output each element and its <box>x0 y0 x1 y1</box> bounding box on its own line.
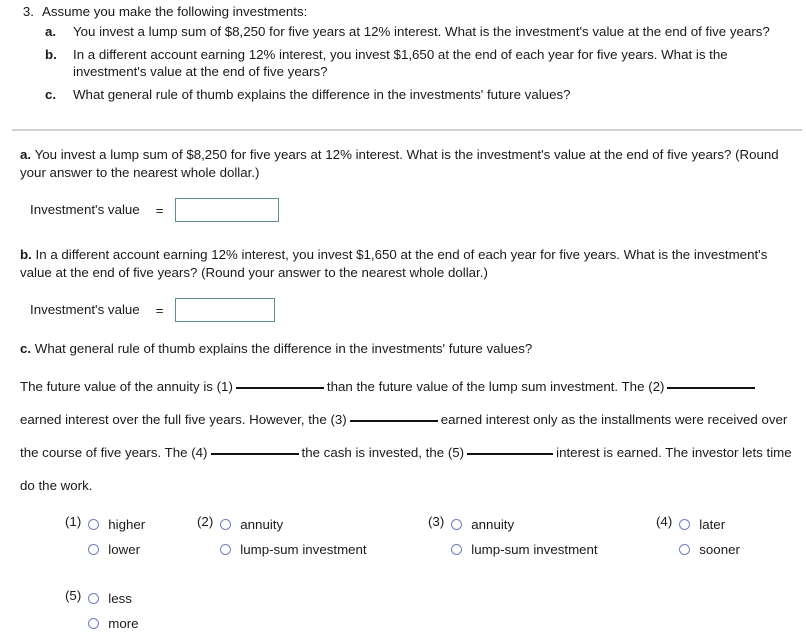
radio-groups-row: (1) higher lower (2) annuity lump-sum in… <box>0 512 806 631</box>
radio-circle-icon[interactable] <box>679 519 691 530</box>
radio-circle-icon[interactable] <box>451 519 463 530</box>
radio-option-1-higher[interactable]: higher <box>88 512 145 537</box>
radio-group-2-number: (2) <box>197 514 214 529</box>
answer-part-b-text: In a different account earning 12% inter… <box>20 247 768 280</box>
problem-subpart-b: b. In a different account earning 12% in… <box>0 46 802 81</box>
radio-group-3: (3) annuity lump-sum investment <box>428 512 598 562</box>
radio-option-2-lump-sum[interactable]: lump-sum investment <box>220 537 367 562</box>
radio-option-5-more[interactable]: more <box>88 611 139 636</box>
fill-blank-4[interactable] <box>210 453 299 455</box>
problem-statement-block: 3. Assume you make the following investm… <box>0 0 806 103</box>
answer-part-a-field-label: Investment's value <box>30 202 140 217</box>
radio-group-3-options: annuity lump-sum investment <box>451 512 598 562</box>
radio-option-1-lower-label: lower <box>108 542 141 557</box>
investment-value-input-b[interactable] <box>175 298 276 322</box>
answer-part-a-label: a. <box>20 147 32 162</box>
answer-part-c-label: c. <box>20 341 32 356</box>
radio-circle-icon[interactable] <box>88 593 100 604</box>
radio-option-4-sooner[interactable]: sooner <box>679 537 740 562</box>
fill-blank-4-number: (4) <box>191 445 208 460</box>
radio-group-1: (1) higher lower <box>65 512 145 562</box>
radio-option-2-annuity-label: annuity <box>240 517 284 532</box>
radio-circle-icon[interactable] <box>679 544 691 555</box>
fill-blank-5-number: (5) <box>447 445 465 460</box>
radio-group-4-number: (4) <box>656 514 673 529</box>
radio-option-2-lump-sum-label: lump-sum investment <box>240 542 367 557</box>
answer-part-b-equals: = <box>155 302 164 318</box>
problem-number: 3. <box>22 4 34 19</box>
problem-subpart-c: c. What general rule of thumb explains t… <box>0 86 802 104</box>
subpart-c-text: What general rule of thumb explains the … <box>73 86 571 102</box>
answer-part-c-question: c. What general rule of thumb explains t… <box>0 340 806 358</box>
radio-option-3-lump-sum-label: lump-sum investment <box>471 542 598 557</box>
fill-blank-2-number: (2) <box>648 379 665 394</box>
radio-option-1-higher-label: higher <box>108 517 146 532</box>
fill-blank-2[interactable] <box>667 387 756 389</box>
subpart-c-marker: c. <box>45 86 57 102</box>
radio-option-5-less[interactable]: less <box>88 586 138 611</box>
subpart-a-marker: a. <box>45 24 57 39</box>
radio-group-2-options: annuity lump-sum investment <box>220 512 367 562</box>
radio-group-5-number: (5) <box>65 588 82 603</box>
answer-part-a-question: a. You invest a lump sum of $8,250 for f… <box>0 146 806 182</box>
radio-circle-icon[interactable] <box>220 519 232 530</box>
radio-option-2-annuity[interactable]: annuity <box>220 512 366 537</box>
radio-group-1-options: higher lower <box>88 512 145 562</box>
answer-part-b-input-row: Investment's value = <box>0 298 806 322</box>
answer-part-a-input-row: Investment's value = <box>0 198 806 222</box>
radio-option-1-lower[interactable]: lower <box>88 537 145 562</box>
radio-group-4: (4) later sooner <box>656 512 740 562</box>
radio-options-area: (1) higher lower (2) annuity lump-sum in… <box>0 512 806 631</box>
radio-option-4-later[interactable]: later <box>679 512 740 537</box>
radio-group-2: (2) annuity lump-sum investment <box>197 512 367 562</box>
radio-option-5-less-label: less <box>108 591 132 606</box>
radio-group-1-number: (1) <box>65 514 82 529</box>
fill-seg-6: the cash is invested, the <box>301 445 445 460</box>
radio-option-5-more-label: more <box>108 616 139 631</box>
radio-option-4-later-label: later <box>699 517 726 532</box>
answer-part-a-equals: = <box>155 202 164 218</box>
investment-value-input-a[interactable] <box>175 198 280 222</box>
fill-in-the-blank-paragraph: The future value of the annuity is (1) th… <box>0 370 800 502</box>
answer-part-b-question: b. In a different account earning 12% in… <box>0 246 806 282</box>
answer-part-a-text: You invest a lump sum of $8,250 for five… <box>20 147 779 180</box>
subpart-a-text: You invest a lump sum of $8,250 for five… <box>73 24 770 39</box>
fill-seg-3: earned interest over the full five years… <box>20 412 327 427</box>
fill-blank-1-number: (1) <box>216 379 233 394</box>
fill-blank-3[interactable] <box>349 420 438 422</box>
problem-stem-text: Assume you make the following investment… <box>42 4 308 19</box>
radio-circle-icon[interactable] <box>88 519 100 530</box>
radio-option-3-annuity[interactable]: annuity <box>451 512 597 537</box>
answer-section: a. You invest a lump sum of $8,250 for f… <box>0 146 806 502</box>
fill-blank-3-number: (3) <box>330 412 347 427</box>
radio-circle-icon[interactable] <box>451 544 463 555</box>
radio-option-3-annuity-label: annuity <box>471 517 515 532</box>
subpart-b-text: In a different account earning 12% inter… <box>73 46 728 80</box>
radio-group-5-options: less more <box>88 586 139 636</box>
problem-subpart-a: a. You invest a lump sum of $8,250 for f… <box>0 23 802 41</box>
fill-seg-2: than the future value of the lump sum in… <box>326 379 645 394</box>
subpart-b-marker: b. <box>45 46 57 62</box>
section-divider <box>12 129 802 131</box>
radio-option-4-sooner-label: sooner <box>699 542 740 557</box>
fill-blank-5[interactable] <box>467 453 554 455</box>
radio-group-3-number: (3) <box>428 514 445 529</box>
fill-seg-4: earned interest only as the <box>440 412 598 427</box>
fill-seg-1: The future value of the annuity is <box>20 379 213 394</box>
answer-part-c-text: What general rule of thumb explains the … <box>34 341 533 356</box>
radio-circle-icon[interactable] <box>220 544 232 555</box>
answer-part-b-label: b. <box>20 247 32 262</box>
fill-blank-1[interactable] <box>235 387 324 389</box>
problem-stem-row: 3. Assume you make the following investm… <box>0 2 802 20</box>
radio-group-5: (5) less more <box>65 586 139 636</box>
radio-option-3-lump-sum[interactable]: lump-sum investment <box>451 537 598 562</box>
radio-group-4-options: later sooner <box>679 512 740 562</box>
radio-circle-icon[interactable] <box>88 544 100 555</box>
problem-subparts-list: a. You invest a lump sum of $8,250 for f… <box>0 23 802 103</box>
answer-part-b-field-label: Investment's value <box>30 302 140 317</box>
radio-circle-icon[interactable] <box>88 618 100 629</box>
